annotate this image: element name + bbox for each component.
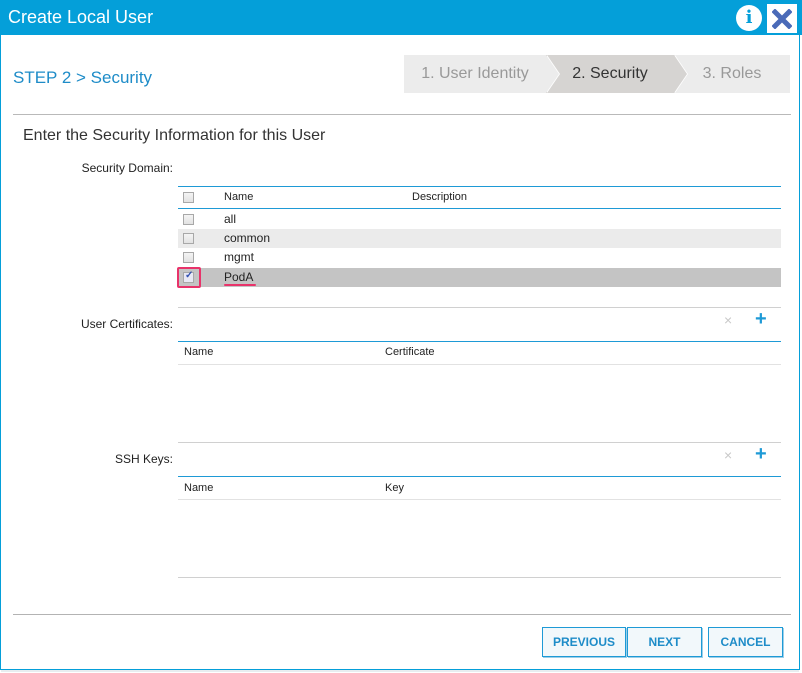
column-header-name[interactable]: Name <box>184 482 213 494</box>
column-header-certificate[interactable]: Certificate <box>385 346 435 358</box>
column-header-key[interactable]: Key <box>385 482 404 494</box>
column-header-name[interactable]: Name <box>184 346 213 358</box>
cancel-button[interactable]: CANCEL <box>708 627 783 657</box>
add-ssh-key-icon[interactable]: + <box>755 443 767 466</box>
wizard-step-roles[interactable]: 3. Roles <box>674 55 790 93</box>
section-heading: Enter the Security Information for this … <box>23 127 326 144</box>
delete-ssh-key-icon[interactable]: × <box>724 447 732 463</box>
table-row[interactable]: common <box>178 229 781 248</box>
security-domain-label: Security Domain: <box>81 161 173 175</box>
table-top-border <box>178 476 781 477</box>
step-title: STEP 2 > Security <box>13 68 153 87</box>
row-name: PodA <box>224 270 254 284</box>
table-row-selected[interactable]: PodA <box>178 268 781 287</box>
divider <box>13 614 791 615</box>
row-name: common <box>224 231 271 245</box>
divider <box>178 307 781 308</box>
close-icon[interactable] <box>767 4 797 33</box>
wizard-step-security[interactable]: 2. Security <box>546 55 674 93</box>
row-checkbox[interactable] <box>183 214 194 225</box>
add-certificate-icon[interactable]: + <box>755 308 767 331</box>
table-bottom-border <box>178 442 781 443</box>
annotation-highlight-box <box>177 267 201 288</box>
user-certificates-label: User Certificates: <box>80 317 173 331</box>
table-header-border <box>178 364 781 365</box>
delete-certificate-icon[interactable]: × <box>724 312 732 328</box>
step-arrow <box>674 55 687 93</box>
next-button[interactable]: NEXT <box>627 627 702 657</box>
divider <box>13 114 791 115</box>
table-bottom-border <box>178 577 781 578</box>
table-header-border <box>178 499 781 500</box>
dialog-titlebar: Create Local User i <box>1 0 802 35</box>
row-checkbox[interactable] <box>183 233 194 244</box>
row-checkbox[interactable] <box>183 252 194 263</box>
table-row[interactable]: mgmt <box>178 248 781 267</box>
column-header-name[interactable]: Name <box>224 191 253 203</box>
annotation-underline <box>224 284 256 286</box>
select-all-checkbox[interactable] <box>183 192 194 203</box>
row-name: all <box>224 212 237 226</box>
table-top-border <box>178 341 781 342</box>
create-local-user-dialog: Create Local User i STEP 2 > Security 1.… <box>0 0 802 672</box>
table-top-border <box>178 186 781 187</box>
info-icon[interactable]: i <box>736 5 762 31</box>
table-header-border <box>178 208 781 209</box>
step-arrow <box>546 55 559 93</box>
row-name: mgmt <box>224 250 254 264</box>
wizard-step-user-identity[interactable]: 1. User Identity <box>404 55 546 93</box>
ssh-keys-label: SSH Keys: <box>114 452 173 466</box>
wizard-steps: 1. User Identity 2. Security 3. Roles <box>404 55 790 93</box>
table-row[interactable]: all <box>178 210 781 229</box>
previous-button[interactable]: PREVIOUS <box>542 627 626 657</box>
column-header-description[interactable]: Description <box>412 191 467 203</box>
dialog-title: Create Local User <box>8 7 154 27</box>
